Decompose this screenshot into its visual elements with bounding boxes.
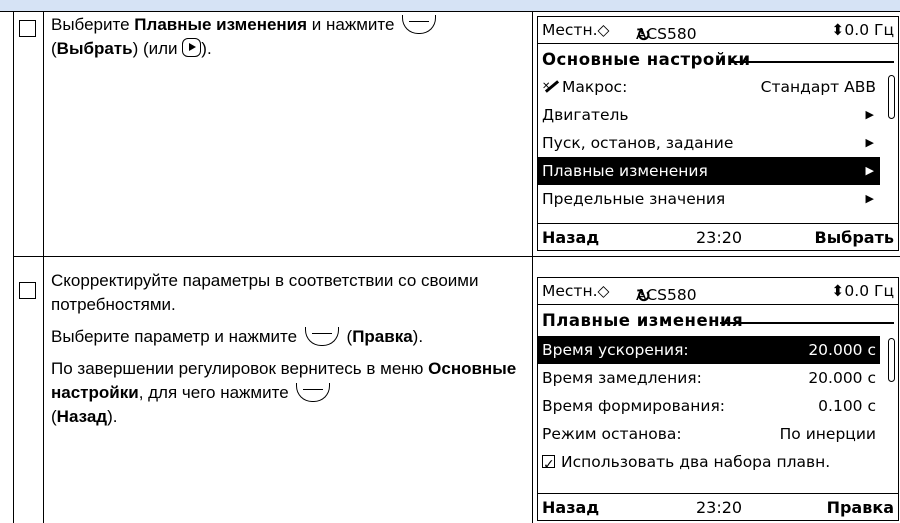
back-softkey[interactable]: Назад <box>542 498 599 517</box>
table-divider-checkbox <box>43 12 44 523</box>
step2-panel-screen: Местн.◇ ↻ ACS580 ⬍0.0 Гц Плавные изменени… <box>537 277 899 521</box>
control-mode: Местн.◇ <box>542 21 610 39</box>
param-accel-time-selected[interactable]: Время ускорения: 20.000 с <box>538 336 880 364</box>
param-decel-time[interactable]: Время замедления: 20.000 с <box>538 364 880 392</box>
step2-checkbox[interactable] <box>19 282 36 299</box>
submenu-arrow-icon: ▶ <box>865 192 874 205</box>
param-two-ramp-sets[interactable]: Использовать два набора плавн. <box>538 448 880 479</box>
step1-checkbox[interactable] <box>19 20 36 37</box>
wand-icon <box>542 73 560 101</box>
clock: 23:20 <box>696 228 743 247</box>
right-arrow-key-icon <box>182 38 202 57</box>
softkey-icon <box>304 327 339 346</box>
table-row-divider <box>13 256 900 257</box>
back-softkey[interactable]: Назад <box>542 228 599 247</box>
step2-paragraph-2: Выберите параметр и нажмите (Правка). <box>51 327 424 346</box>
clock: 23:20 <box>696 498 743 517</box>
select-softkey[interactable]: Выбрать <box>815 228 894 247</box>
softkey-icon <box>296 383 331 402</box>
param-stop-mode[interactable]: Режим останова: По инерции <box>538 420 880 448</box>
frequency-readout: ⬍0.0 Гц <box>831 21 894 39</box>
menu-item-start-stop[interactable]: Пуск, останов, задание ▶ <box>538 129 880 157</box>
checkbox-checked-icon[interactable] <box>542 451 555 479</box>
menu-item-macro[interactable]: Макрос: Стандарт ABB <box>538 73 880 101</box>
table-border-left <box>13 12 14 523</box>
step1-instruction: Выберите Плавные изменения и нажмите (Вы… <box>51 13 529 69</box>
menu-title: Основные настройки <box>542 50 751 69</box>
menu-item-name: Плавные изменения <box>134 15 308 34</box>
param-shape-time[interactable]: Время формирования: 0.100 с <box>538 392 880 420</box>
table-header-band <box>0 0 900 12</box>
menu-item-motor[interactable]: Двигатель ▶ <box>538 101 880 129</box>
menu-title: Плавные изменения <box>542 311 744 330</box>
softkey-bar: Назад 23:20 Правка <box>538 493 898 520</box>
submenu-arrow-icon: ▶ <box>865 108 874 121</box>
step2-paragraph-1: Скорректируйте параметры в соответствии … <box>51 271 479 314</box>
title-rule <box>720 322 894 324</box>
frequency-readout: ⬍0.0 Гц <box>831 282 894 300</box>
submenu-arrow-icon: ▶ <box>865 136 874 149</box>
step2-paragraph-3: По завершении регулировок вернитесь в ме… <box>51 359 517 426</box>
status-bar: Местн.◇ ↻ ACS580 ⬍0.0 Гц <box>538 278 898 307</box>
step2-instruction: Скорректируйте параметры в соответствии … <box>51 269 529 437</box>
softkey-bar: Назад 23:20 Выбрать <box>538 223 898 250</box>
control-mode: Местн.◇ <box>542 282 610 300</box>
edit-softkey[interactable]: Правка <box>827 498 894 517</box>
step1-panel-screen: Местн.◇ ↻ ACS580 ⬍0.0 Гц Основные настрой… <box>537 16 899 251</box>
softkey-icon <box>402 15 437 34</box>
scrollbar[interactable] <box>888 75 895 119</box>
submenu-arrow-icon: ▶ <box>865 164 874 177</box>
scrollbar[interactable] <box>888 338 895 382</box>
menu-item-limits[interactable]: Предельные значения ▶ <box>538 185 880 213</box>
status-bar: Местн.◇ ↻ ACS580 ⬍0.0 Гц <box>538 17 898 46</box>
menu-item-ramps-selected[interactable]: Плавные изменения ▶ <box>538 157 880 185</box>
table-divider-screen <box>532 12 533 523</box>
title-rule <box>730 61 894 63</box>
